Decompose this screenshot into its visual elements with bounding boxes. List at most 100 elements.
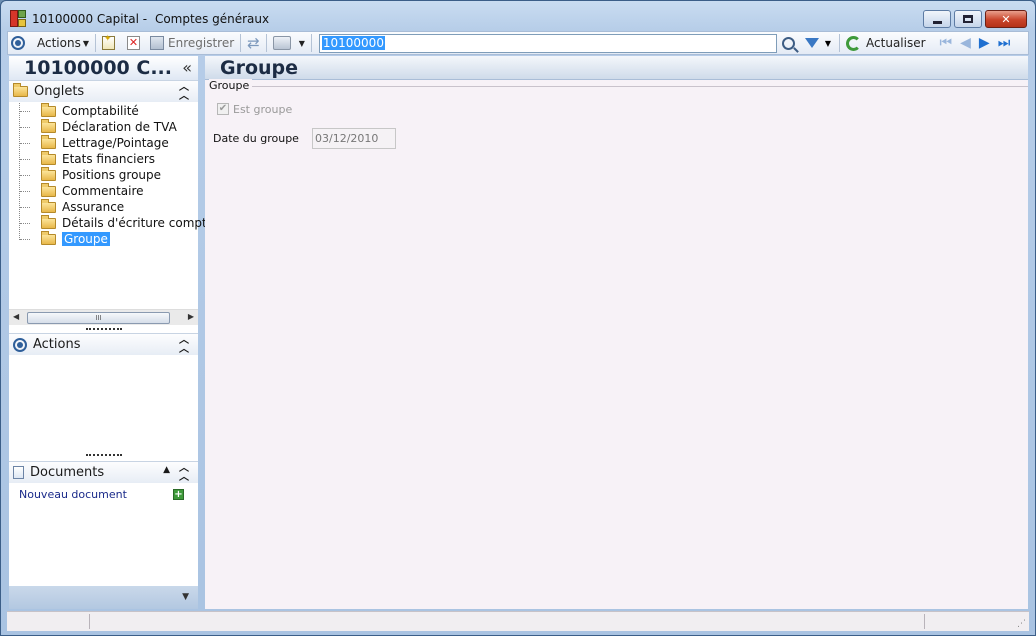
tree-item-etats-financiers[interactable]: Etats financiers [19,150,222,167]
status-bar: ⋰ [7,611,1029,631]
app-icon [10,10,27,27]
tree-item-assurance[interactable]: Assurance [19,198,222,215]
documents-section-label: Documents [30,465,105,480]
chevron-up-icon[interactable]: ▲ [163,465,170,475]
refresh-icon [846,35,862,51]
actions-section-header[interactable]: Actions ︿ ︿ [9,333,198,355]
maximize-icon [963,15,973,23]
chevron-up-double-icon[interactable]: ︿ ︿ [179,464,189,483]
status-segment [924,614,925,629]
record-search-box[interactable]: 10100000 [318,33,777,53]
folder-icon [41,166,56,181]
tree-item-comptabilite[interactable]: Comptabilité [19,102,222,119]
actions-menu-icon-button[interactable] [8,32,28,54]
status-segment [89,614,90,629]
scroll-right-icon[interactable]: ▶ [188,312,194,321]
document-icon [13,466,24,479]
next-record-icon[interactable]: ▶ [975,35,994,51]
actions-menu-label: Actions [37,36,81,50]
record-title: 10100000 C... « [9,56,198,80]
printer-icon [272,36,291,50]
refresh-button[interactable]: Actualiser [843,32,929,54]
first-record-icon[interactable]: ⏮ [936,35,957,51]
application-window: 10100000 Capital - Comptes généraux ✕ Ac… [0,0,1036,636]
chevron-down-icon: ▼ [82,38,89,48]
group-frame [209,86,1028,90]
add-icon[interactable]: + [173,489,184,500]
chevron-up-double-icon[interactable]: ︿ ︿ [179,83,189,102]
minimize-button[interactable] [923,10,951,28]
window-title: 10100000 Capital - Comptes généraux [32,12,273,26]
splitter-grip[interactable] [86,328,122,330]
close-icon: ✕ [1001,12,1011,26]
tree-item-groupe[interactable]: Groupe [19,230,222,247]
open-folder-icon [41,230,56,245]
folder-icon [41,134,56,149]
est-groupe-checkbox[interactable]: ✔ [217,103,229,115]
main-content: Groupe Groupe ✔ Est groupe Date du group… [205,56,1028,609]
folder-icon [13,83,28,97]
tree-item-label: Comptabilité [62,104,139,118]
tree-horizontal-scrollbar[interactable]: ◀ III ▶ [9,309,198,325]
tabs-tree: Comptabilité Déclaration de TVA Lettrage… [19,102,222,247]
close-button[interactable]: ✕ [985,10,1027,28]
record-search-input[interactable]: 10100000 [321,36,385,50]
chevron-down-icon: ▼ [298,38,305,48]
sync-button[interactable]: ⇄ [244,32,263,54]
filter-icon[interactable] [804,38,819,48]
chevron-down-icon[interactable]: ▼ [182,592,189,602]
collapse-panel-icon[interactable]: « [182,56,192,80]
tree-item-label: Déclaration de TVA [62,120,177,134]
maximize-button[interactable] [954,10,982,28]
tree-item-label: Etats financiers [62,152,156,166]
search-icon[interactable] [781,36,795,50]
tree-item-positions-groupe[interactable]: Positions groupe [19,166,222,183]
sync-icon: ⇄ [247,34,260,52]
save-button[interactable]: Enregistrer [147,32,237,54]
resize-grip-icon[interactable]: ⋰ [1017,619,1026,629]
delete-record-button[interactable]: ✕ [124,32,143,54]
actions-menu-button[interactable]: Actions ▼ [34,32,92,54]
window-title-module: Comptes généraux [154,12,270,26]
new-document-link[interactable]: Nouveau document [19,488,127,501]
left-panel-footer: ▼ [9,586,198,609]
save-label: Enregistrer [168,36,235,50]
filter-dropdown-icon[interactable]: ▼ [825,39,831,48]
new-document-icon [102,34,115,50]
print-button[interactable]: ▼ [270,32,308,54]
tabs-section-header[interactable]: Onglets ︿ ︿ [9,80,198,102]
scroll-left-icon[interactable]: ◀ [13,312,19,321]
actions-circle-icon [11,36,25,50]
refresh-label: Actualiser [866,36,926,50]
record-title-text: 10100000 C... [24,57,172,79]
previous-record-icon[interactable]: ◀ [956,35,975,51]
save-icon [150,36,164,50]
date-groupe-field[interactable]: 03/12/2010 [312,128,396,149]
tree-item-label: Détails d'écriture comptab [62,216,222,230]
folder-icon [41,214,56,229]
est-groupe-label: Est groupe [233,103,293,116]
group-frame-title: Groupe [209,79,253,92]
new-record-button[interactable] [99,32,118,54]
page-title: Groupe [205,56,1028,80]
tree-item-commentaire[interactable]: Commentaire [19,182,222,199]
folder-icon [41,102,56,117]
window-title-code: 10100000 Capital - [32,12,148,26]
last-record-icon[interactable]: ⏭ [994,35,1015,51]
delete-icon: ✕ [127,36,140,50]
record-navigation: ⏮ ◀ ▶ ⏭ [933,32,1018,54]
tabs-section-label: Onglets [34,84,85,99]
tree-item-lettrage-pointage[interactable]: Lettrage/Pointage [19,134,222,151]
toolbar-separator [240,34,242,52]
tree-item-declaration-tva[interactable]: Déclaration de TVA [19,118,222,135]
folder-icon [41,198,56,213]
scrollbar-thumb[interactable]: III [27,312,170,324]
title-bar[interactable]: 10100000 Capital - Comptes généraux ✕ [1,1,1035,35]
tree-item-details-ecriture[interactable]: Détails d'écriture comptab [19,214,222,231]
tree-item-label: Commentaire [62,184,144,198]
splitter-grip[interactable] [86,454,122,456]
toolbar-separator [265,34,267,52]
chevron-up-double-icon[interactable]: ︿ ︿ [179,336,189,355]
documents-section-header[interactable]: Documents ▲ ︿ ︿ [9,461,198,483]
actions-circle-icon [13,337,27,352]
